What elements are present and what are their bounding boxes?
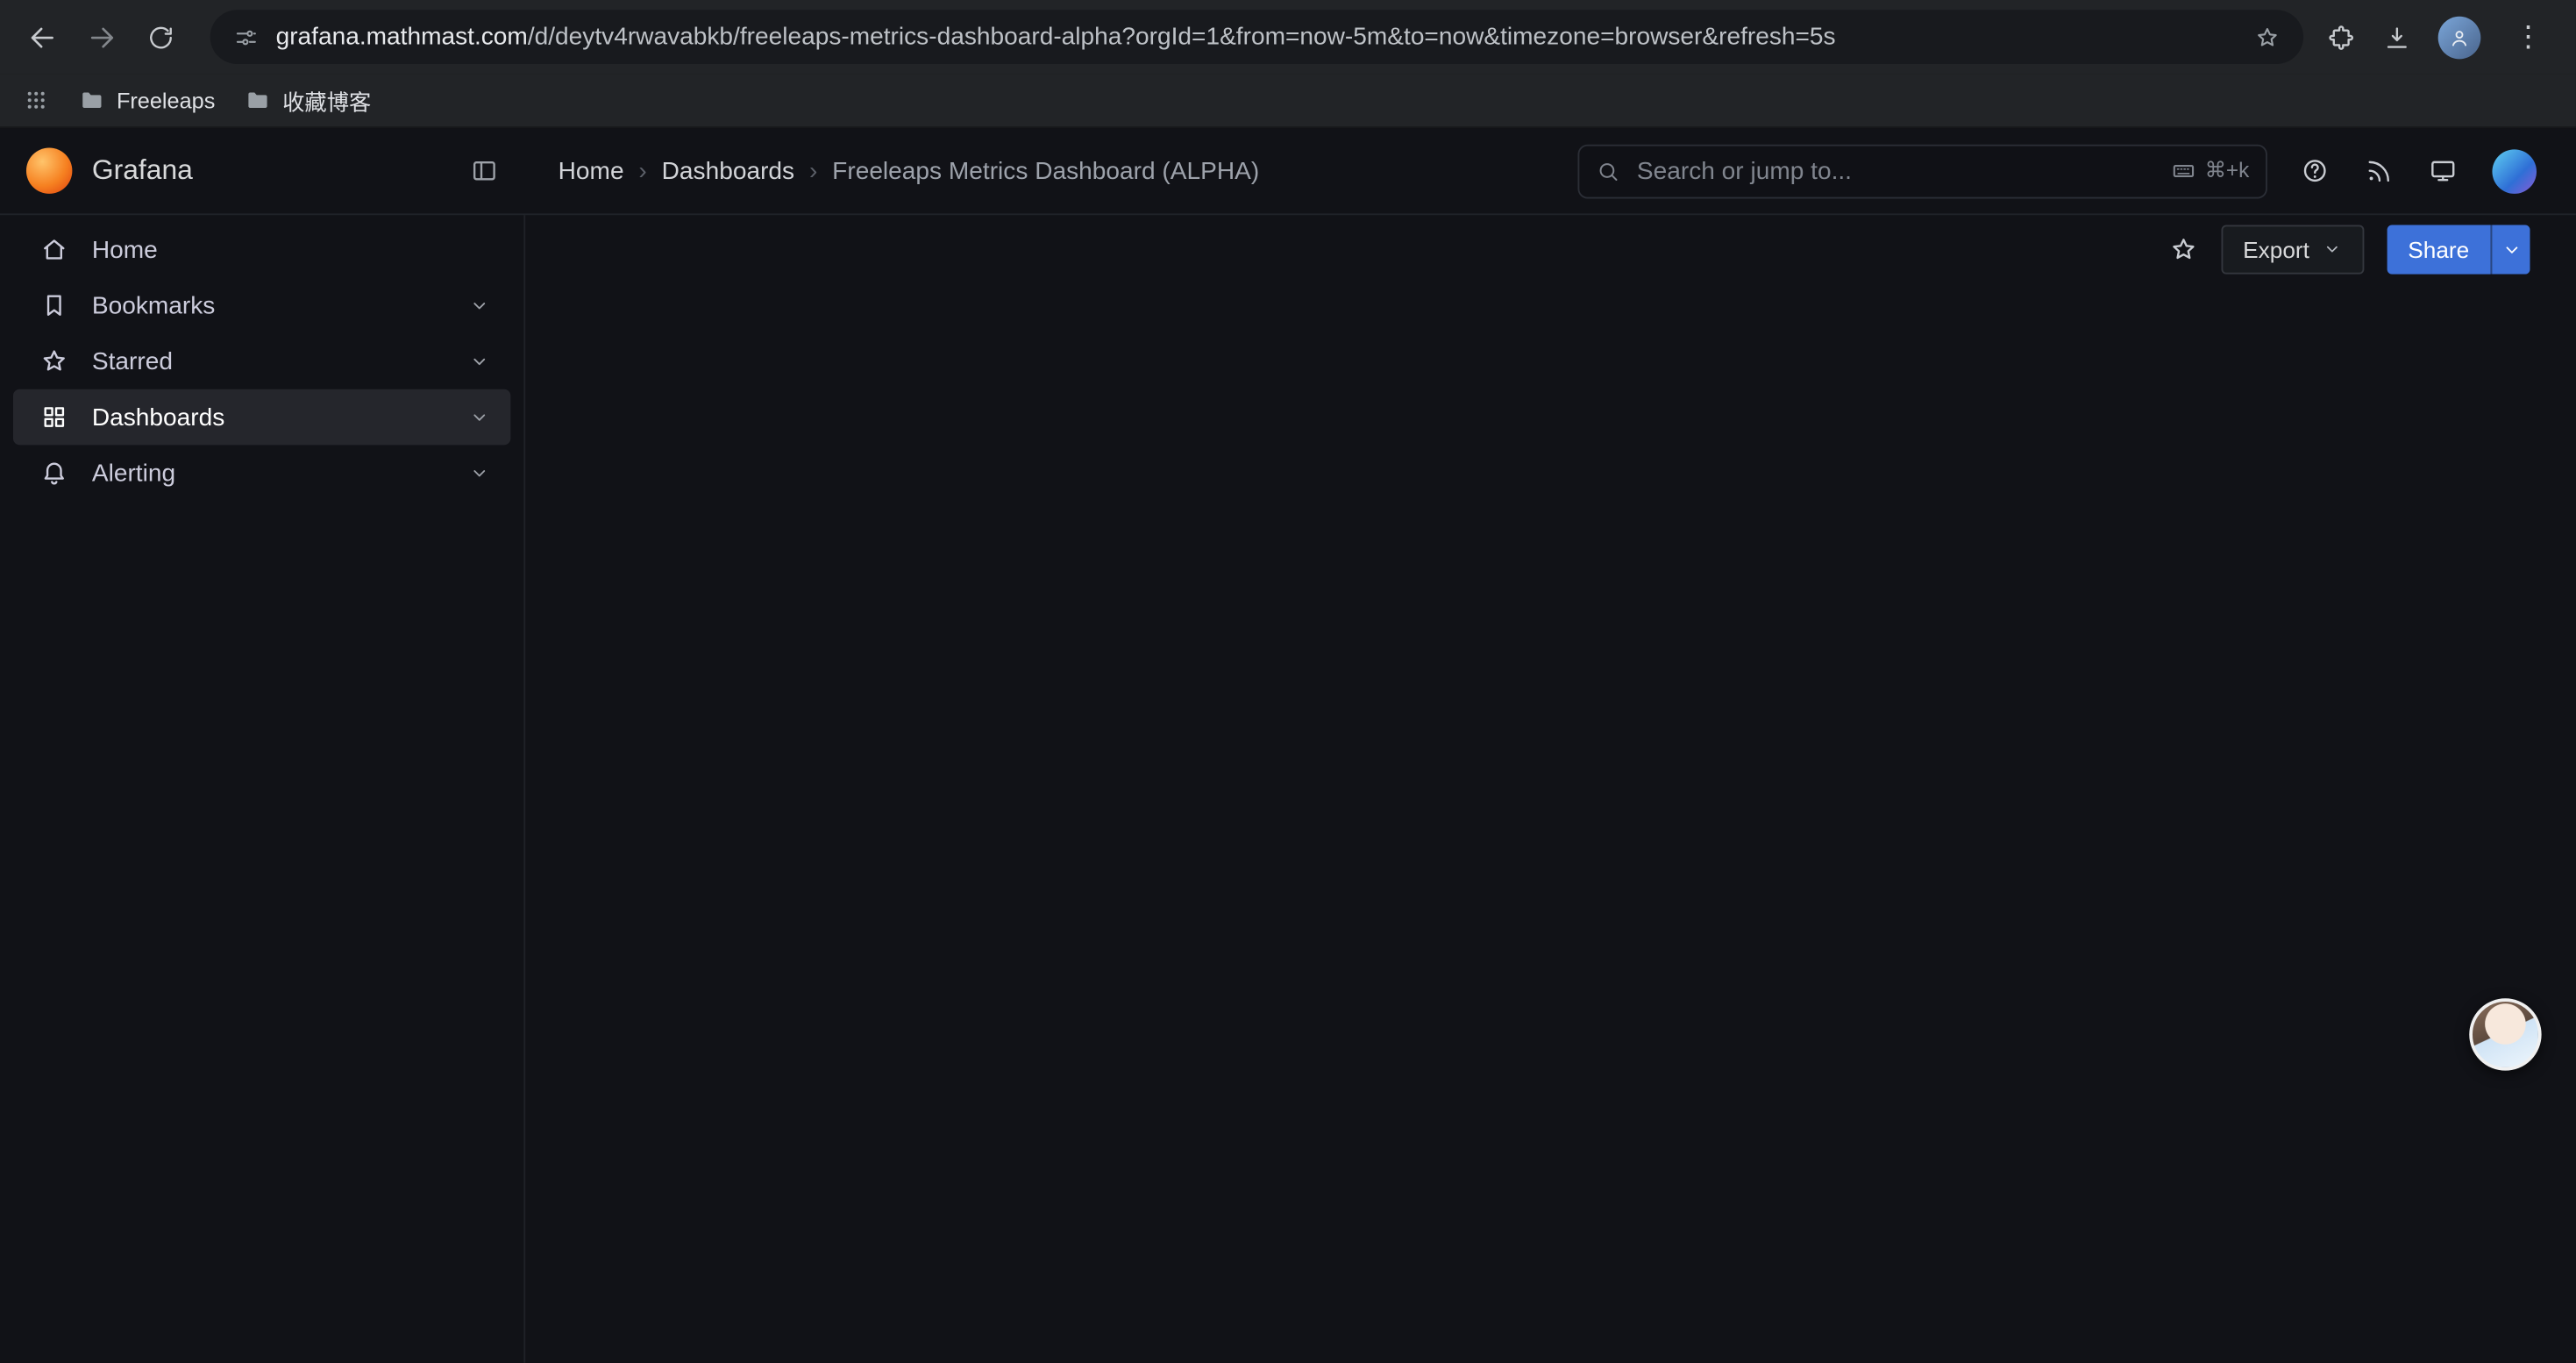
sidebar-item-label: Alerting (92, 459, 445, 487)
site-settings-icon[interactable] (233, 24, 260, 50)
browser-nav-buttons (17, 11, 188, 63)
address-bar[interactable]: grafana.mathmast.com/d/deytv4rwavabkb/fr… (210, 10, 2303, 64)
chevron-down-icon[interactable] (468, 294, 491, 317)
chevron-down-icon[interactable] (468, 461, 491, 484)
news-rss-icon[interactable] (2364, 156, 2394, 186)
assistant-avatar[interactable] (2469, 998, 2541, 1070)
star-icon (39, 346, 69, 376)
sidebar-item-bookmarks[interactable]: Bookmarks (13, 277, 510, 333)
user-avatar[interactable] (2492, 148, 2537, 193)
dashboard-toolbar: Export Share (525, 215, 2576, 282)
search-icon (1596, 159, 1620, 183)
chevron-down-icon[interactable] (468, 405, 491, 428)
bookmark-label: 收藏博客 (282, 83, 371, 116)
url-path: /d/deytv4rwavabkb/freeleaps-metrics-dash… (528, 23, 1836, 51)
sidebar-item-starred[interactable]: Starred (13, 333, 510, 389)
sidebar-item-dashboards[interactable]: Dashboards (13, 389, 510, 446)
extensions-icon[interactable] (2326, 22, 2356, 52)
chevron-down-icon (2321, 238, 2342, 259)
browser-toolbar: grafana.mathmast.com/d/deytv4rwavabkb/fr… (0, 0, 2576, 74)
monitor-icon[interactable] (2428, 156, 2458, 186)
export-button[interactable]: Export (2222, 225, 2364, 274)
bookmark-folder-freeleaps[interactable]: Freeleaps (79, 87, 216, 113)
breadcrumb-dashboards[interactable]: Dashboards (662, 157, 794, 185)
brand-name: Grafana (92, 154, 450, 187)
sidebar-item-alerting[interactable]: Alerting (13, 445, 510, 501)
folder-icon (79, 87, 105, 113)
dashboard-canvas: Last 5 minutes Refresh Total requests pe… (525, 282, 550, 289)
sidebar-item-label: Starred (92, 347, 445, 375)
bell-icon (39, 458, 69, 488)
bookmarks-bar: Freeleaps 收藏博客 (0, 74, 2576, 128)
grafana-logo[interactable] (26, 147, 72, 193)
favorite-star-button[interactable] (2169, 234, 2199, 264)
browser-menu-icon[interactable]: ⋮ (2507, 19, 2550, 54)
export-label: Export (2243, 236, 2309, 262)
home-icon (39, 235, 69, 265)
mega-menu-toggle-icon[interactable] (470, 156, 500, 186)
header-icons (2267, 148, 2576, 193)
breadcrumb-separator: › (809, 157, 817, 185)
keyboard-icon (2170, 158, 2196, 184)
brand-area: Grafana (0, 147, 525, 193)
main-content: Export Share Last 5 minutes (525, 215, 2576, 1363)
bookmark-star-icon[interactable] (2254, 24, 2281, 50)
reload-button[interactable] (135, 11, 188, 63)
search-box[interactable]: ⌘+k (1577, 144, 2266, 198)
help-icon[interactable] (2300, 156, 2330, 186)
bookmark-folder-blogs[interactable]: 收藏博客 (245, 83, 371, 116)
back-button[interactable] (17, 11, 69, 63)
folder-icon (245, 87, 271, 113)
breadcrumb-current: Freeleaps Metrics Dashboard (ALPHA) (832, 157, 1259, 185)
bookmark-icon (39, 290, 69, 320)
dashboards-grid-icon (39, 403, 69, 432)
share-split-button: Share (2387, 225, 2530, 274)
browser-profile-avatar[interactable] (2438, 16, 2481, 59)
sidebar-item-label: Dashboards (92, 403, 445, 432)
search-input[interactable] (1633, 155, 2157, 187)
sidebar: Home Bookmarks Starred Dashboards Alerti… (0, 215, 525, 1363)
url-domain: grafana.mathmast.com (276, 23, 528, 51)
screen: grafana.mathmast.com/d/deytv4rwavabkb/fr… (0, 0, 2576, 1363)
breadcrumb-home[interactable]: Home (559, 157, 624, 185)
shortcut-text: ⌘+k (2205, 158, 2250, 184)
url-text: grafana.mathmast.com/d/deytv4rwavabkb/fr… (276, 23, 2238, 51)
sidebar-item-label: Bookmarks (92, 291, 445, 319)
share-button[interactable]: Share (2387, 225, 2491, 274)
browser-actions: ⋮ (2326, 16, 2559, 59)
sidebar-item-home[interactable]: Home (13, 222, 510, 278)
grafana-header: Grafana Home › Dashboards › Freeleaps Me… (0, 128, 2576, 215)
grafana-body: Home Bookmarks Starred Dashboards Alerti… (0, 215, 2576, 1363)
sidebar-item-label: Home (92, 236, 491, 264)
forward-button[interactable] (75, 11, 128, 63)
downloads-icon[interactable] (2382, 22, 2412, 52)
search-shortcut: ⌘+k (2170, 158, 2249, 184)
breadcrumb: Home › Dashboards › Freeleaps Metrics Da… (525, 157, 1577, 185)
bookmark-label: Freeleaps (117, 88, 215, 112)
breadcrumb-separator: › (638, 157, 646, 185)
apps-grid-icon[interactable] (23, 87, 49, 113)
chevron-down-icon[interactable] (468, 350, 491, 373)
share-menu-caret[interactable] (2491, 225, 2530, 274)
